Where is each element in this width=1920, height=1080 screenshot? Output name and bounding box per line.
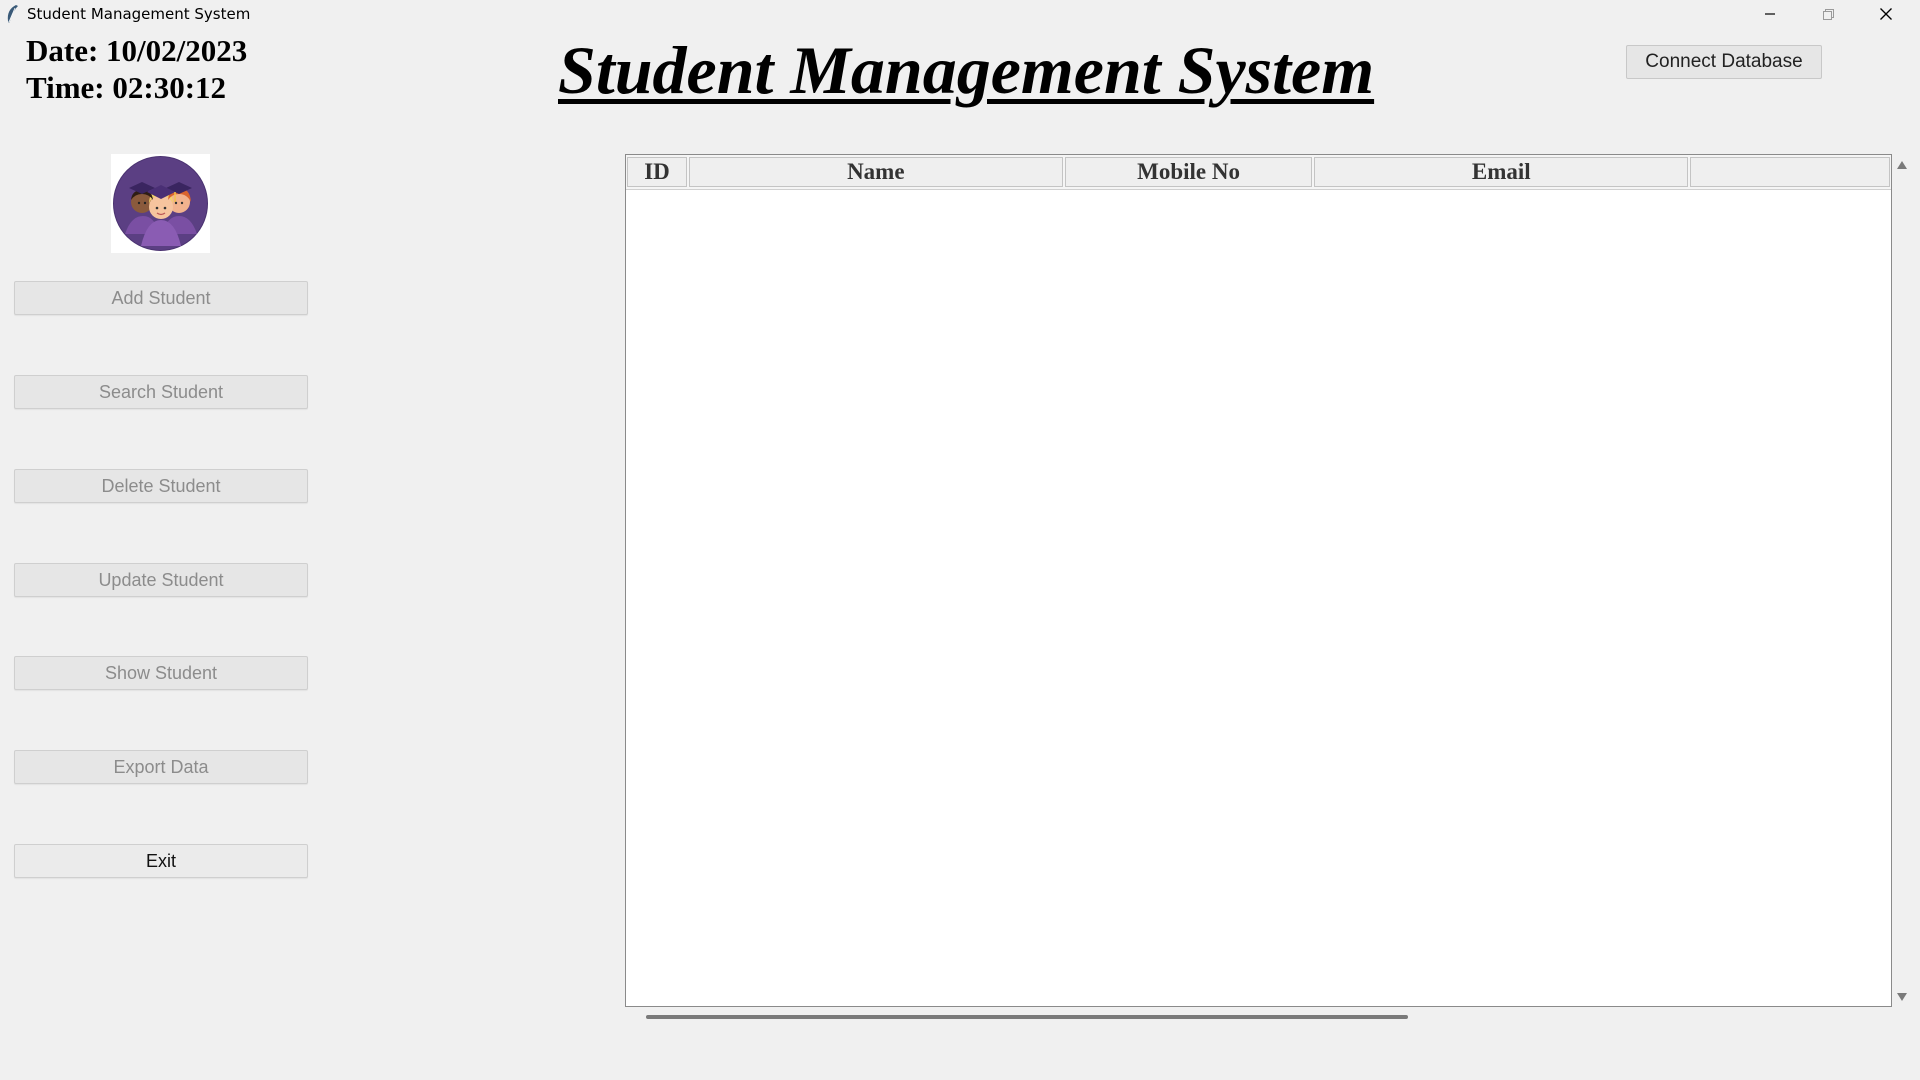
date-label: Date: 10/02/2023 bbox=[26, 33, 248, 68]
horizontal-scrollbar[interactable] bbox=[646, 1015, 1408, 1019]
triangle-up-icon bbox=[1897, 161, 1907, 169]
connect-database-button[interactable]: Connect Database bbox=[1626, 45, 1822, 79]
scroll-up-button[interactable] bbox=[1895, 158, 1909, 172]
update-student-button[interactable]: Update Student bbox=[14, 563, 308, 597]
column-header-name[interactable]: Name bbox=[688, 157, 1063, 187]
export-data-button[interactable]: Export Data bbox=[14, 750, 308, 784]
scroll-down-button[interactable] bbox=[1895, 990, 1909, 1004]
time-label: Time: 02:30:12 bbox=[26, 70, 227, 105]
add-student-button[interactable]: Add Student bbox=[14, 281, 308, 315]
maximize-button[interactable] bbox=[1800, 0, 1856, 28]
show-student-button[interactable]: Show Student bbox=[14, 656, 308, 690]
feather-icon bbox=[4, 4, 20, 24]
table-header: ID Name Mobile No Email bbox=[626, 155, 1891, 190]
close-button[interactable] bbox=[1858, 0, 1914, 28]
date-time-display: Date: 10/02/2023 Time: 02:30:12 bbox=[26, 32, 247, 106]
student-table[interactable]: ID Name Mobile No Email bbox=[625, 154, 1892, 1007]
window-title: Student Management System bbox=[27, 5, 251, 23]
search-student-button[interactable]: Search Student bbox=[14, 375, 308, 409]
column-header-id[interactable]: ID bbox=[627, 157, 687, 187]
students-graduation-logo bbox=[111, 154, 210, 253]
restore-icon bbox=[1823, 9, 1834, 20]
delete-student-button[interactable]: Delete Student bbox=[14, 469, 308, 503]
triangle-down-icon bbox=[1897, 993, 1907, 1001]
column-header-mobile[interactable]: Mobile No bbox=[1064, 157, 1313, 187]
minimize-button[interactable] bbox=[1742, 0, 1798, 28]
minimize-icon bbox=[1765, 13, 1775, 15]
column-header-extra[interactable] bbox=[1690, 157, 1890, 187]
close-icon bbox=[1880, 8, 1892, 20]
page-title: Student Management System bbox=[558, 32, 1375, 108]
exit-button[interactable]: Exit bbox=[14, 844, 308, 878]
title-bar[interactable]: Student Management System bbox=[0, 0, 1920, 28]
column-header-email[interactable]: Email bbox=[1314, 157, 1689, 187]
app-window: Student Management System Date: 10/02/20… bbox=[0, 0, 1920, 1080]
